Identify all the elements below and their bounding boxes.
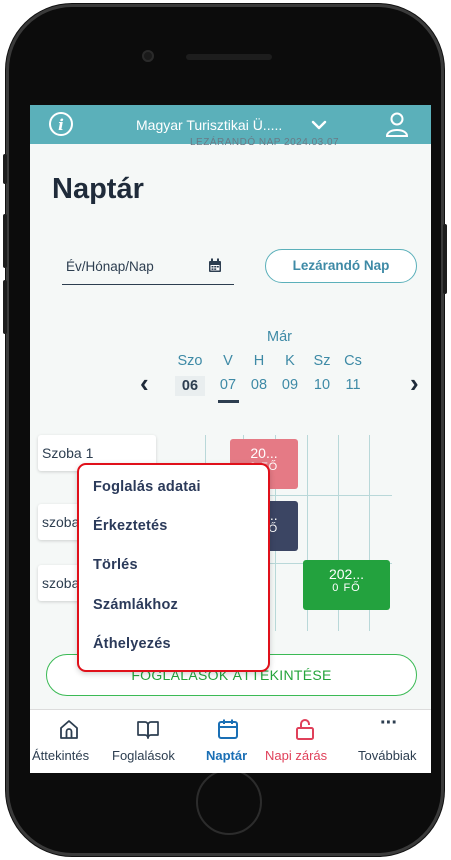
tab-calendar[interactable]: Naptár [198,710,258,773]
next-days-arrow[interactable]: › [410,368,419,399]
booking-label: 20... [250,445,278,461]
day-number[interactable]: 10 [307,377,337,393]
book-icon [136,718,159,740]
camera [142,50,154,62]
calendar-small-icon[interactable] [208,258,222,278]
user-icon[interactable] [384,110,410,143]
volume-down-button [3,280,7,334]
tab-daily-close[interactable]: Napi zárás [260,710,352,773]
month-label: Már [267,329,292,345]
menu-item-invoices[interactable]: Számlákhoz [93,597,178,613]
tab-label: Foglalások [112,748,175,763]
tab-overview[interactable]: Áttekintés [30,710,108,773]
tab-label: Továbbiak [358,748,417,763]
app-screen: i Magyar Turisztikai Ü..... LEZÁRANDÓ NA… [30,105,431,773]
day-name: Cs [344,353,362,369]
day-name: V [223,353,233,369]
day-number[interactable]: 07 [213,377,243,393]
more-icon: ··· [380,712,398,734]
svg-text:i: i [58,116,64,134]
home-icon [58,718,80,740]
side-button [3,154,7,184]
calendar-icon [217,718,239,740]
tab-more[interactable]: ··· Továbbiak [356,710,431,773]
info-icon[interactable]: i [48,111,74,142]
lock-icon [294,718,316,740]
day-number[interactable]: 08 [244,377,274,393]
speaker [186,54,272,60]
day-name: K [285,353,295,369]
booking-block[interactable]: 202... 0 FŐ [303,560,390,610]
home-button[interactable] [196,769,262,835]
booking-guests: 0 FŐ [332,582,361,594]
day-name: H [253,353,265,369]
day-number[interactable]: 11 [338,377,368,393]
date-placeholder: Év/Hónap/Nap [66,259,154,274]
close-day-peek: LEZÁRANDÓ NAP 2024.03.07 [190,137,340,148]
tab-label: Napi zárás [265,748,328,763]
booking-label: 202... [328,566,365,582]
chevron-down-icon[interactable] [311,118,327,136]
volume-up-button [3,214,7,268]
today-underline [218,400,239,403]
property-selector[interactable]: Magyar Turisztikai Ü..... [136,117,282,133]
day-number[interactable]: 09 [275,377,305,393]
close-day-button[interactable]: Lezárandó Nap [265,249,417,283]
day-name: Sz [313,353,331,369]
menu-item-move[interactable]: Áthelyezés [93,636,171,652]
menu-item-booking-details[interactable]: Foglalás adatai [93,479,201,495]
menu-item-delete[interactable]: Törlés [93,557,138,573]
day-number-selected[interactable]: 06 [175,376,205,396]
booking-context-menu: Foglalás adatai Érkeztetés Törlés Számlá… [77,463,270,672]
bottom-tab-bar: Áttekintés Foglalások Naptár Napi zárás … [30,709,431,773]
tab-label: Áttekintés [32,748,90,763]
day-name: Szo [177,353,203,369]
prev-days-arrow[interactable]: ‹ [140,368,149,399]
page-title: Naptár [52,173,144,205]
tab-bookings[interactable]: Foglalások [110,710,192,773]
date-field[interactable]: Év/Hónap/Nap [62,249,234,285]
power-button [443,224,447,294]
tab-label: Naptár [206,748,248,763]
menu-item-check-in[interactable]: Érkeztetés [93,518,168,534]
